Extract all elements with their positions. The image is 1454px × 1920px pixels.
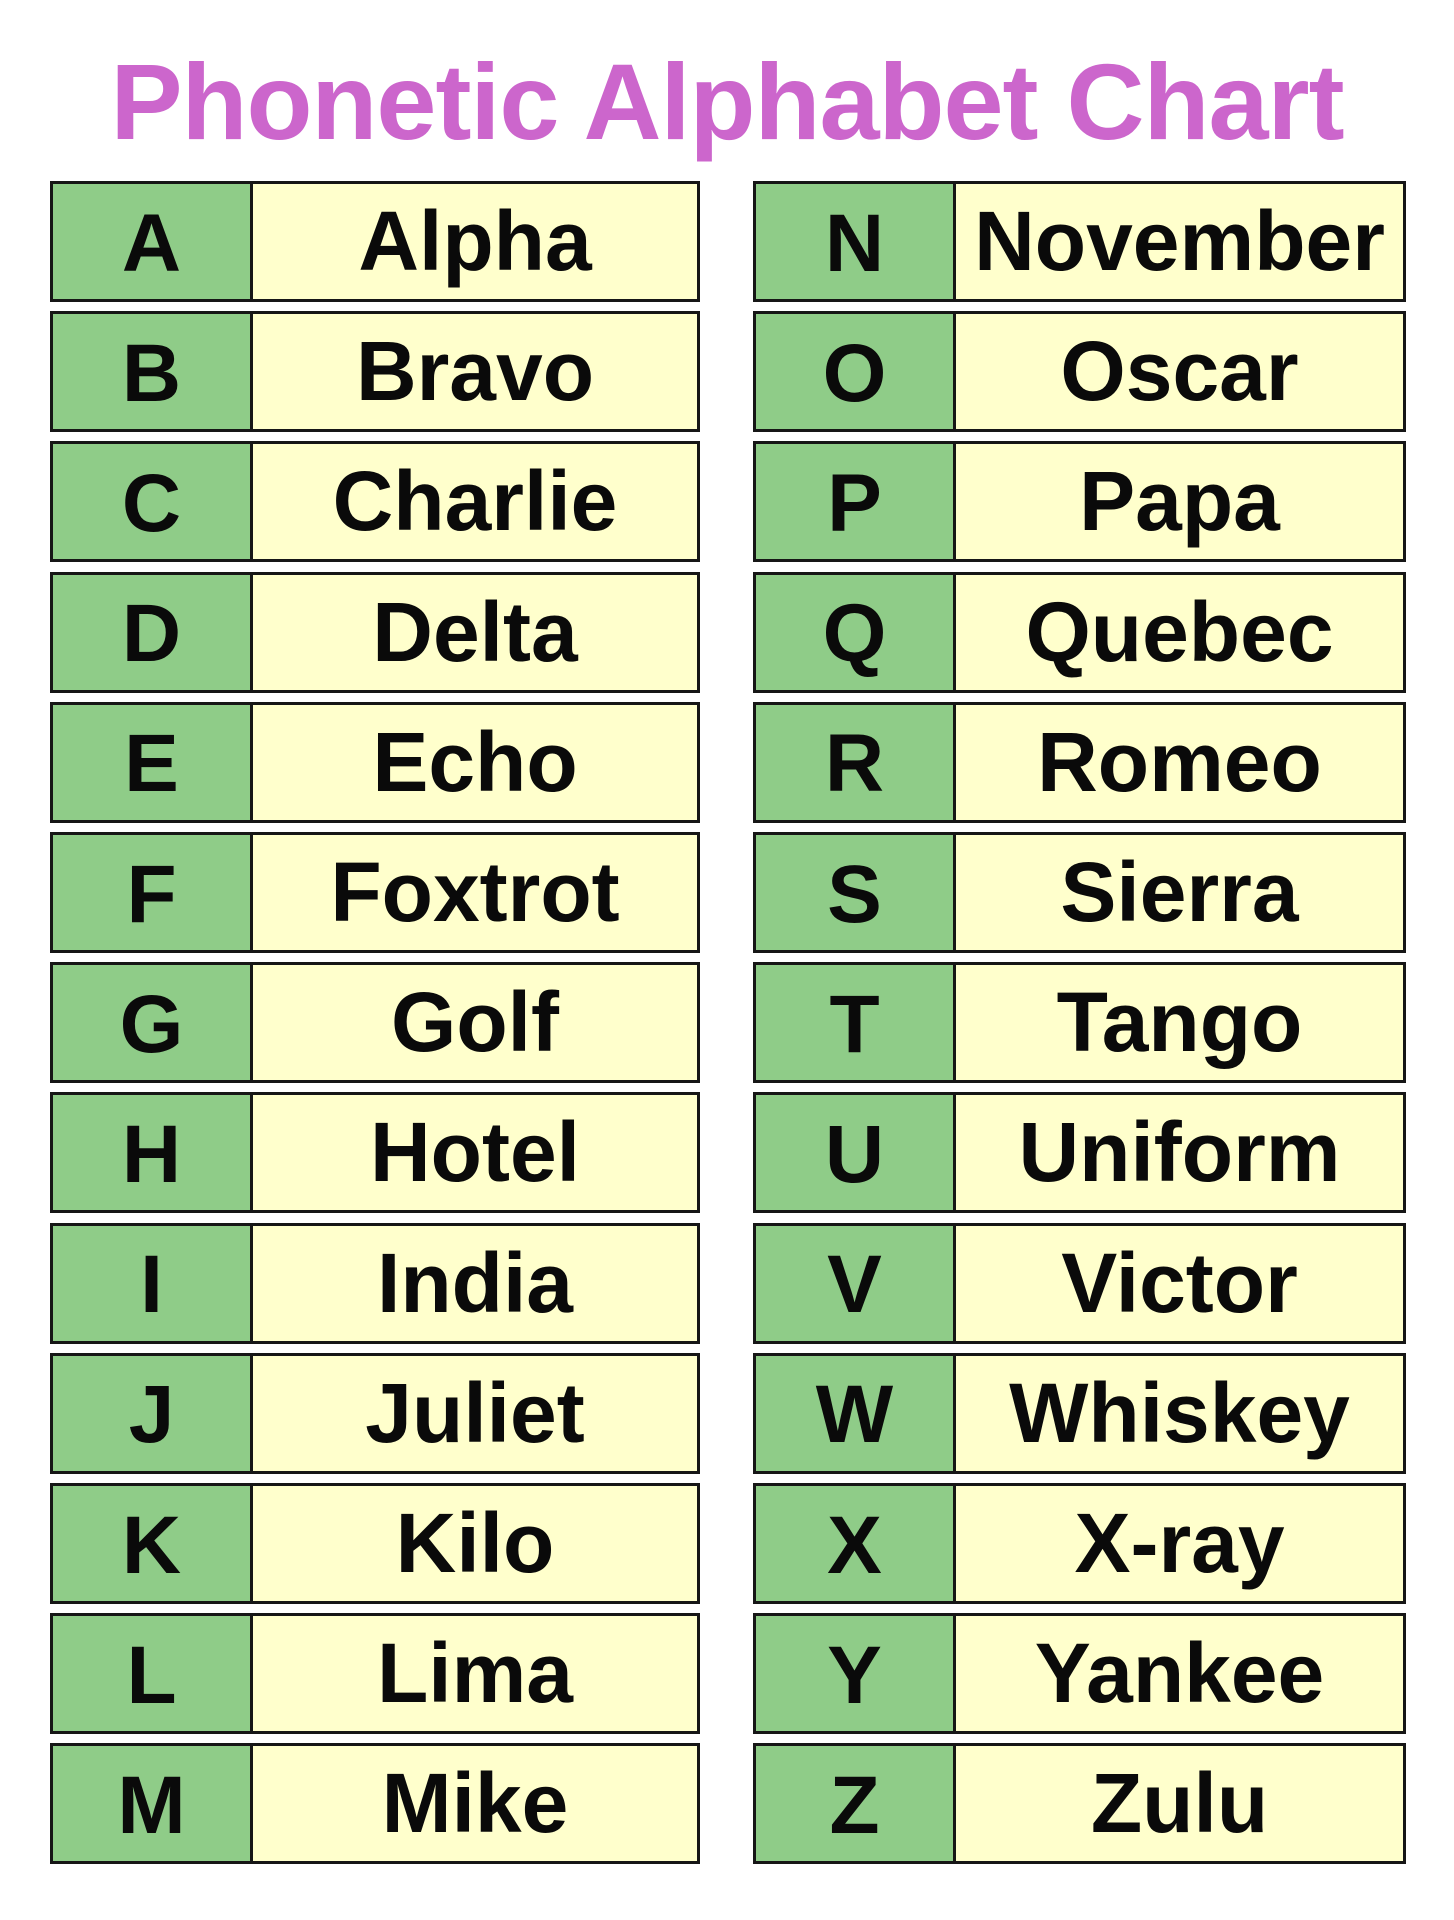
alphabet-row: E Echo — [50, 701, 700, 823]
code-word-cell: Quebec — [1025, 584, 1334, 679]
letter-cell: Y — [756, 1616, 956, 1732]
letter-cell: I — [53, 1225, 253, 1341]
code-word-cell: Zulu — [1090, 1756, 1269, 1851]
code-word-cell: Foxtrot — [330, 845, 620, 939]
alphabet-row: H Hotel — [50, 1092, 700, 1214]
code-word-cell: Sierra — [1060, 845, 1299, 939]
letter-cell: M — [53, 1746, 253, 1862]
letter-cell: P — [756, 444, 956, 560]
alphabet-row: D Delta — [50, 571, 700, 693]
letter-cell: T — [756, 965, 956, 1081]
alphabet-row: B Bravo — [50, 311, 700, 433]
letter-cell: U — [756, 1095, 956, 1211]
alphabet-row: M Mike — [50, 1743, 700, 1865]
letter-cell: N — [756, 184, 956, 299]
alphabet-row: K Kilo — [50, 1483, 700, 1604]
code-word-cell: Whiskey — [1009, 1365, 1350, 1460]
letter-cell: H — [53, 1095, 253, 1211]
page-title: Phonetic Alphabet Chart — [110, 41, 1344, 162]
code-word-cell: Papa — [1079, 454, 1280, 549]
code-word-cell: Charlie — [332, 454, 618, 549]
alphabet-row: R Romeo — [753, 701, 1406, 823]
letter-cell: L — [53, 1616, 253, 1732]
letter-cell: Q — [756, 574, 956, 690]
letter-cell: K — [53, 1486, 253, 1601]
code-word-cell: Uniform — [1018, 1105, 1341, 1200]
letter-cell: R — [756, 704, 956, 820]
letter-cell: G — [53, 965, 253, 1081]
letter-cell: E — [53, 704, 253, 820]
letter-cell: W — [756, 1355, 956, 1471]
code-word-cell: X-ray — [1074, 1496, 1285, 1590]
code-word-cell: Tango — [1056, 975, 1303, 1070]
code-word-cell: Lima — [376, 1626, 574, 1721]
code-word-cell: Bravo — [355, 324, 595, 419]
code-word-cell: Oscar — [1060, 324, 1299, 419]
alphabet-row: I India — [50, 1222, 700, 1344]
letter-cell: F — [53, 835, 253, 950]
letter-cell: X — [756, 1486, 956, 1601]
code-word-cell: Romeo — [1037, 714, 1322, 809]
alphabet-row: U Uniform — [753, 1092, 1406, 1214]
code-word-cell: Echo — [372, 714, 578, 809]
letter-cell: A — [53, 184, 253, 299]
letter-cell: C — [53, 444, 253, 560]
letter-cell: J — [53, 1355, 253, 1471]
code-word-cell: Yankee — [1034, 1626, 1325, 1721]
alphabet-row: P Papa — [753, 441, 1406, 563]
alphabet-row: A Alpha — [50, 181, 700, 302]
code-word-cell: November — [974, 194, 1385, 288]
code-word-cell: Mike — [381, 1756, 569, 1851]
code-word-cell: Victor — [1061, 1235, 1298, 1330]
alphabet-row: L Lima — [50, 1613, 700, 1735]
letter-cell: B — [53, 314, 253, 430]
code-word-cell: India — [376, 1235, 573, 1330]
alphabet-row: O Oscar — [753, 311, 1406, 433]
letter-cell: Z — [756, 1746, 956, 1862]
letter-cell: O — [756, 314, 956, 430]
alphabet-row: Z Zulu — [753, 1743, 1406, 1865]
alphabet-row: T Tango — [753, 962, 1406, 1084]
letter-cell: D — [53, 574, 253, 690]
code-word-cell: Juliet — [365, 1365, 585, 1460]
alphabet-row: Q Quebec — [753, 571, 1406, 693]
alphabet-row: J Juliet — [50, 1352, 700, 1474]
alphabet-row: Y Yankee — [753, 1613, 1406, 1735]
alphabet-row: V Victor — [753, 1222, 1406, 1344]
alphabet-row: F Foxtrot — [50, 832, 700, 953]
alphabet-row: N November — [753, 181, 1406, 302]
alphabet-row: X X-ray — [753, 1483, 1406, 1604]
letter-cell: V — [756, 1225, 956, 1341]
alphabet-row: G Golf — [50, 962, 700, 1084]
letter-cell: S — [756, 835, 956, 950]
alphabet-row: W Whiskey — [753, 1352, 1406, 1474]
code-word-cell: Kilo — [395, 1496, 555, 1590]
code-word-cell: Delta — [372, 584, 578, 679]
alphabet-row: S Sierra — [753, 832, 1406, 953]
alphabet-row: C Charlie — [50, 441, 700, 563]
code-word-cell: Golf — [391, 975, 559, 1070]
code-word-cell: Hotel — [370, 1105, 580, 1200]
code-word-cell: Alpha — [358, 194, 592, 288]
